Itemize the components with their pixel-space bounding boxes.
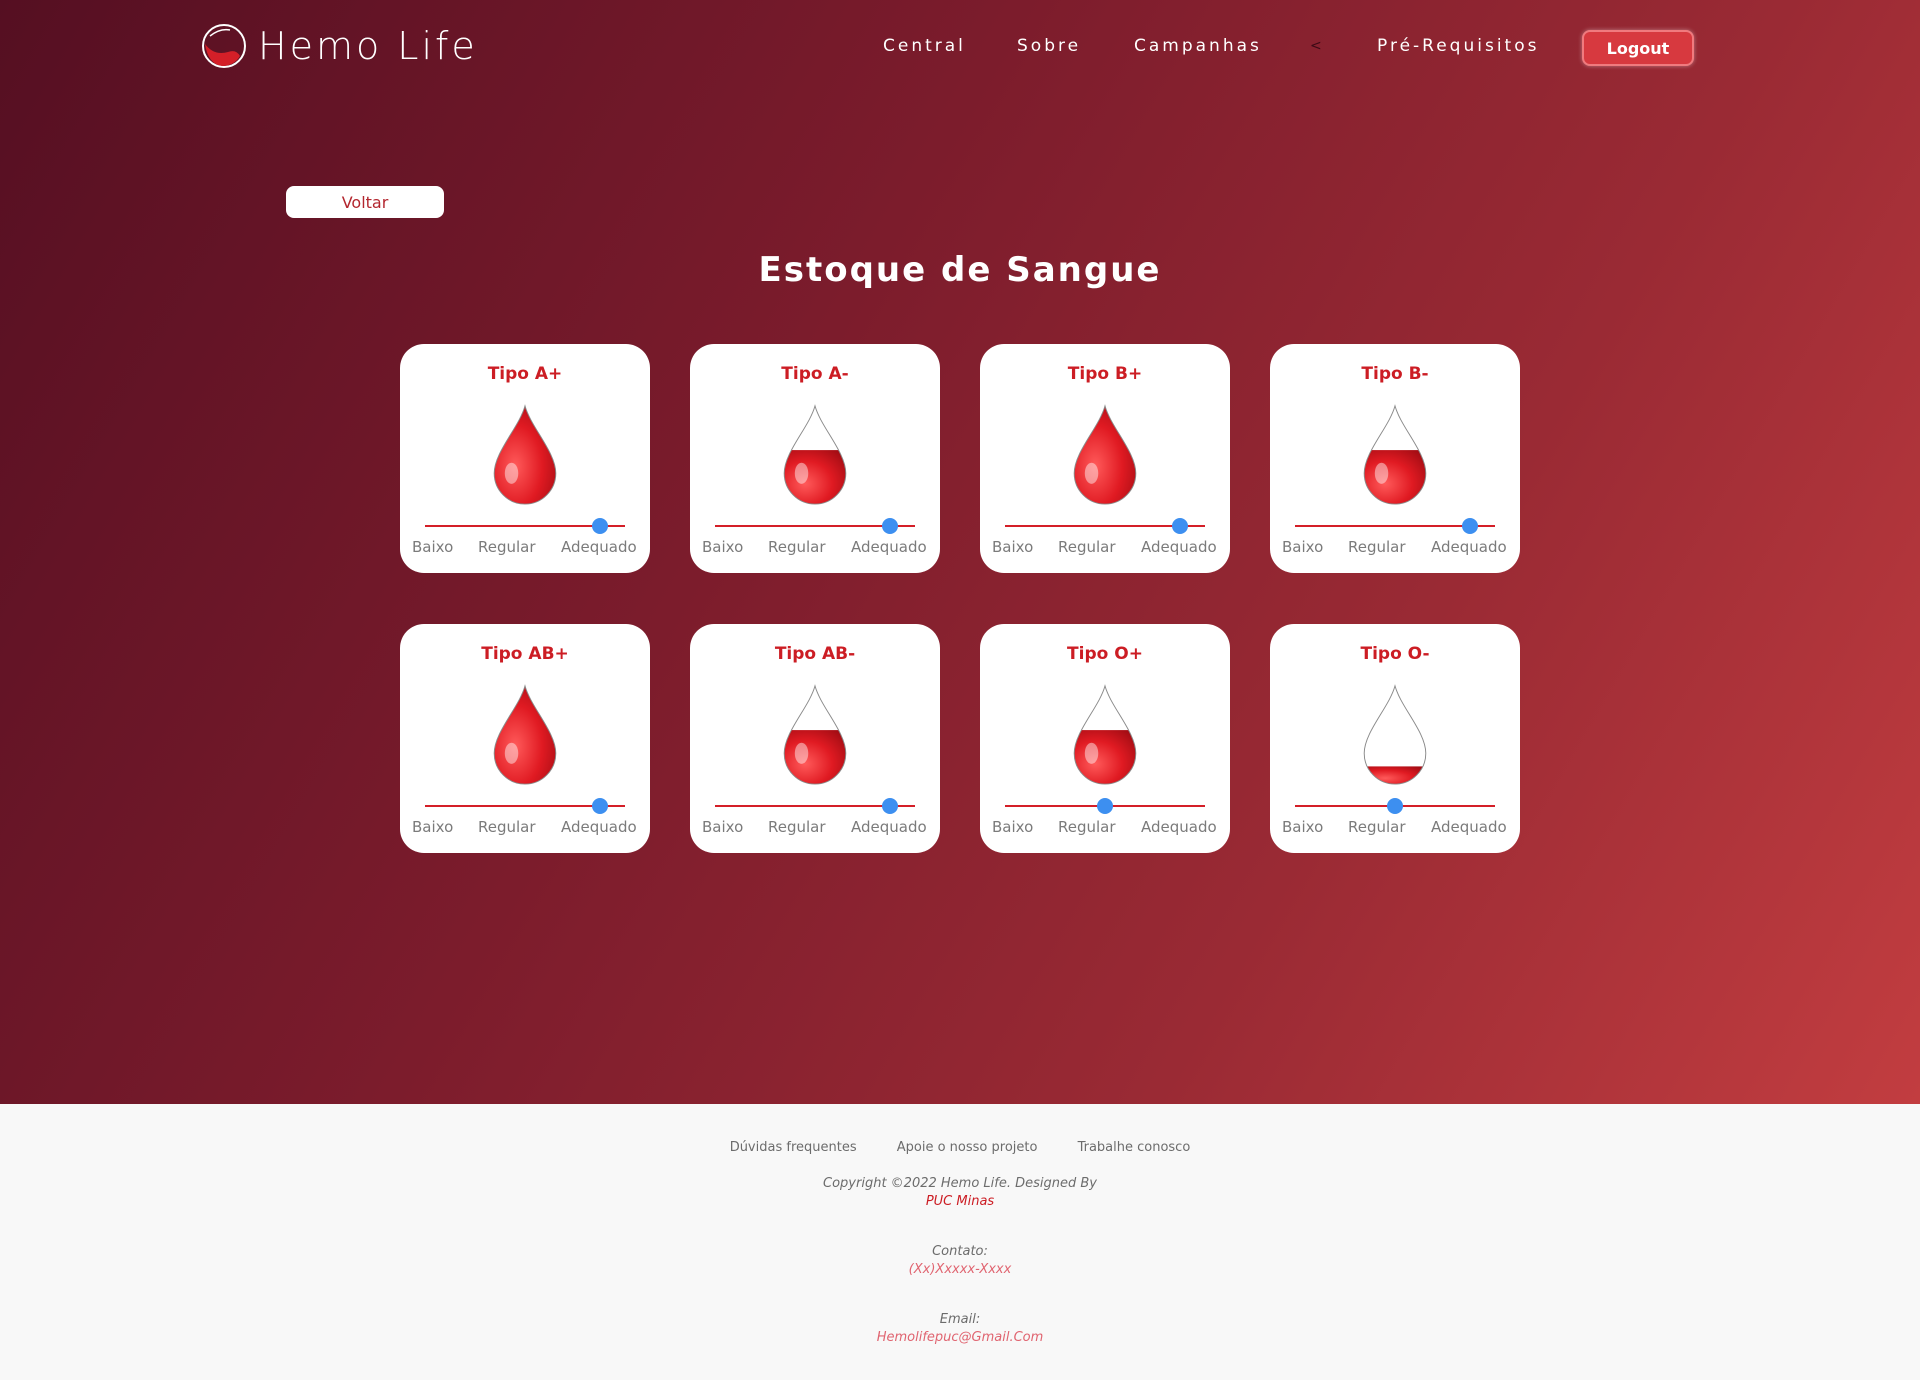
blood-fill-level <box>494 685 556 785</box>
blood-fill-level <box>784 730 846 785</box>
stock-level-knob[interactable] <box>1387 798 1403 814</box>
level-label: Adequado <box>561 818 637 836</box>
nav-central[interactable]: Central <box>883 36 966 56</box>
level-label: Baixo <box>1282 818 1324 836</box>
stock-level-knob[interactable] <box>592 798 608 814</box>
nav-pre-requisitos[interactable]: Pré-Requisitos <box>1377 36 1539 56</box>
footer-link-faq[interactable]: Dúvidas frequentes <box>730 1140 857 1155</box>
level-label: Regular <box>1058 818 1116 836</box>
blood-drop-icon <box>1073 404 1137 505</box>
level-label: Adequado <box>561 538 637 556</box>
blood-drop-icon <box>783 404 847 505</box>
stock-level-knob[interactable] <box>1172 518 1188 534</box>
designer-link[interactable]: PUC Minas <box>0 1194 1920 1209</box>
footer-link-work[interactable]: Trabalhe conosco <box>1078 1140 1191 1155</box>
level-label: Regular <box>478 818 536 836</box>
nav-sobre[interactable]: Sobre <box>1017 36 1081 56</box>
level-label: Adequado <box>851 538 927 556</box>
footer: Dúvidas frequentes Apoie o nosso projeto… <box>0 1104 1920 1380</box>
blood-fill-level <box>494 405 556 505</box>
blood-drop-icon <box>1363 684 1427 785</box>
blood-type-card: Tipo O+ Baixo Regular Adequado <box>980 624 1230 853</box>
level-label: Baixo <box>1282 538 1324 556</box>
blood-type-label: Tipo AB+ <box>481 644 569 664</box>
blood-type-card: Tipo A- Baixo Regular Adequado <box>690 344 940 573</box>
page-title: Estoque de Sangue <box>758 250 1162 290</box>
level-label: Adequado <box>851 818 927 836</box>
blood-fill-level <box>1074 405 1136 505</box>
blood-type-card: Tipo AB+ Baixo Regular Adequado <box>400 624 650 853</box>
blood-type-card: Tipo B+ Baixo Regular Adequado <box>980 344 1230 573</box>
blood-type-card: Tipo AB- Baixo Regular Adequado <box>690 624 940 853</box>
level-label: Adequado <box>1141 818 1217 836</box>
blood-fill-level <box>784 450 846 505</box>
blood-drop-icon <box>783 684 847 785</box>
blood-type-label: Tipo O- <box>1360 644 1430 664</box>
level-label: Adequado <box>1431 538 1507 556</box>
blood-type-label: Tipo AB- <box>774 644 856 664</box>
blood-type-label: Tipo B- <box>1361 364 1429 384</box>
blood-type-card: Tipo A+ Baixo Regular Adequado <box>400 344 650 573</box>
nav-campanhas[interactable]: Campanhas <box>1134 36 1262 56</box>
blood-type-label: Tipo A+ <box>487 364 563 384</box>
level-label: Adequado <box>1431 818 1507 836</box>
level-label: Baixo <box>412 538 454 556</box>
blood-drop-icon <box>493 404 557 505</box>
level-label: Baixo <box>702 538 744 556</box>
blood-drop-icon <box>1363 404 1427 505</box>
level-label: Baixo <box>412 818 454 836</box>
blood-fill-level <box>1364 766 1426 785</box>
stock-level-knob[interactable] <box>1462 518 1478 534</box>
blood-drop-icon <box>493 684 557 785</box>
stock-level-knob[interactable] <box>882 518 898 534</box>
level-label: Regular <box>768 818 826 836</box>
level-label: Regular <box>478 538 536 556</box>
contact-label: Contato: <box>932 1244 988 1259</box>
footer-link-support[interactable]: Apoie o nosso projeto <box>897 1140 1038 1155</box>
logout-button[interactable]: Logout <box>1582 30 1694 66</box>
stock-level-knob[interactable] <box>882 798 898 814</box>
hero-section: Hemo Life Central Sobre Campanhas < Pré-… <box>0 0 1920 1104</box>
blood-fill-level <box>1364 450 1426 505</box>
level-label: Baixo <box>702 818 744 836</box>
blood-type-label: Tipo B+ <box>1067 364 1143 384</box>
blood-type-label: Tipo O+ <box>1067 644 1143 664</box>
level-label: Regular <box>1058 538 1116 556</box>
stock-level-knob[interactable] <box>592 518 608 534</box>
contact-phone[interactable]: (Xx)Xxxxx-Xxxx <box>0 1262 1920 1277</box>
email-label: Email: <box>939 1312 981 1327</box>
copyright: Copyright ©2022 Hemo Life. Designed By <box>823 1176 1097 1191</box>
blood-type-label: Tipo A- <box>781 364 849 384</box>
level-label: Baixo <box>992 818 1034 836</box>
contact-email[interactable]: Hemolifepuc@Gmail.Com <box>0 1330 1920 1345</box>
blood-type-card: Tipo O- Baixo Regular Adequado <box>1270 624 1520 853</box>
nav-caret-icon[interactable]: < <box>1310 38 1322 54</box>
back-button[interactable]: Voltar <box>286 186 444 218</box>
level-label: Adequado <box>1141 538 1217 556</box>
blood-drop-icon <box>1073 684 1137 785</box>
level-label: Baixo <box>992 538 1034 556</box>
level-label: Regular <box>768 538 826 556</box>
blood-fill-level <box>1074 730 1136 785</box>
blood-type-card: Tipo B- Baixo Regular Adequado <box>1270 344 1520 573</box>
level-label: Regular <box>1348 538 1406 556</box>
stock-level-knob[interactable] <box>1097 798 1113 814</box>
level-label: Regular <box>1348 818 1406 836</box>
footer-links: Dúvidas frequentes Apoie o nosso projeto… <box>0 1140 1920 1155</box>
